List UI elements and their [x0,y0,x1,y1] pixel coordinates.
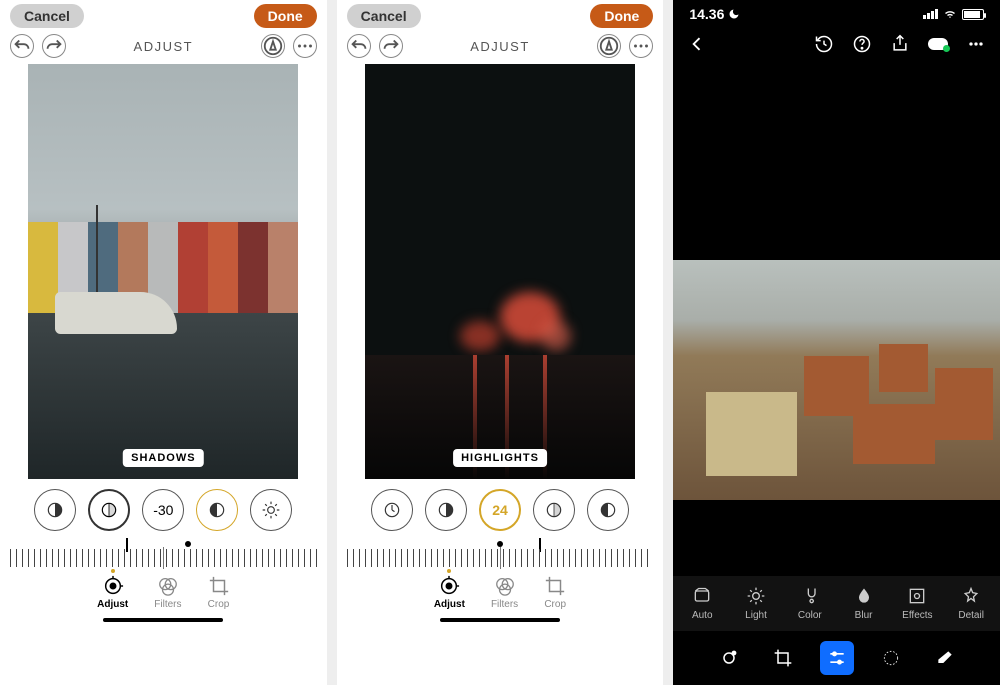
photo-preview[interactable]: SHADOWS [28,64,298,479]
top-bar: Cancel Done [0,0,327,28]
vignette-icon[interactable] [874,641,908,675]
markup-icon[interactable] [597,34,621,58]
ruler-slider[interactable] [347,541,654,567]
brightness-dial[interactable] [250,489,292,531]
shadows-dial[interactable] [88,489,130,531]
battery-icon [962,9,984,20]
status-time: 14.36 [689,6,740,22]
tab-crop[interactable]: Crop [208,575,230,610]
history-icon[interactable] [814,34,834,54]
tab-filters[interactable]: Filters [154,575,181,610]
help-icon[interactable] [852,34,872,54]
cat-label: Effects [902,610,932,621]
back-icon[interactable] [687,34,707,54]
editor-panel-highlights: Cancel Done ADJUST HIGHLIGHTS 24 [337,0,664,685]
ruler-slider[interactable] [10,541,317,567]
redo-icon[interactable] [379,34,403,58]
blackpoint-dial[interactable] [587,489,629,531]
cat-color[interactable]: Color [783,586,837,621]
markup-icon[interactable] [261,34,285,58]
adjustment-badge: SHADOWS [123,449,203,467]
cat-auto[interactable]: Auto [675,586,729,621]
tab-filters-label: Filters [491,599,518,610]
category-row: Auto Light Color Blur Effects Detail [673,576,1000,631]
share-icon[interactable] [890,34,910,54]
value-dial[interactable]: 24 [479,489,521,531]
done-button[interactable]: Done [254,4,317,28]
adjustment-badge: HIGHLIGHTS [453,449,547,467]
cat-blur[interactable]: Blur [837,586,891,621]
highlights-dial[interactable] [196,489,238,531]
cancel-button[interactable]: Cancel [347,4,421,28]
cancel-button[interactable]: Cancel [10,4,84,28]
tab-crop-label: Crop [208,599,230,610]
more-icon[interactable] [629,34,653,58]
dial-row: 24 [337,489,664,531]
top-toolbar [673,24,1000,64]
home-indicator[interactable] [103,618,223,622]
tab-adjust[interactable]: Adjust [97,575,128,610]
status-bar: 14.36 [673,0,1000,24]
ruler-origin-dot [185,541,191,547]
photo-preview[interactable] [673,260,1000,500]
tab-filters[interactable]: Filters [491,575,518,610]
cat-detail[interactable]: Detail [944,586,998,621]
screen-title: ADJUST [134,39,194,54]
more-icon[interactable] [293,34,317,58]
tab-filters-label: Filters [154,599,181,610]
exposure-dial[interactable] [34,489,76,531]
cat-label: Detail [958,610,984,621]
cat-label: Color [798,610,822,621]
cat-effects[interactable]: Effects [890,586,944,621]
home-indicator[interactable] [440,618,560,622]
screen-title: ADJUST [470,39,530,54]
done-button[interactable]: Done [590,4,653,28]
tool-row [673,631,1000,685]
tab-crop-label: Crop [544,599,566,610]
shadows-dial[interactable] [533,489,575,531]
editor-panel-shadows: Cancel Done ADJUST SHADOWS -30 [0,0,327,685]
cloud-sync-icon[interactable] [928,34,948,54]
tab-adjust[interactable]: Adjust [434,575,465,610]
wifi-icon [942,8,958,20]
cat-label: Blur [855,610,873,621]
overflow-icon[interactable] [966,34,986,54]
sliders-icon[interactable] [820,641,854,675]
edit-mode-tabs: Adjust Filters Crop [0,575,327,610]
adjust-header: ADJUST [0,28,327,60]
tab-adjust-label: Adjust [434,599,465,610]
redo-icon[interactable] [42,34,66,58]
undo-icon[interactable] [347,34,371,58]
signal-icon [923,9,938,19]
healing-icon[interactable] [712,641,746,675]
cat-label: Light [745,610,767,621]
crop-icon[interactable] [766,641,800,675]
editor-panel-dark: 14.36 Auto Light Color Blur Effects Deta… [673,0,1000,685]
tab-crop[interactable]: Crop [544,575,566,610]
cat-label: Auto [692,610,713,621]
tab-adjust-label: Adjust [97,599,128,610]
value-dial[interactable]: -30 [142,489,184,531]
dial-row: -30 [0,489,327,531]
photo-preview[interactable]: HIGHLIGHTS [365,64,635,479]
cat-light[interactable]: Light [729,586,783,621]
undo-icon[interactable] [10,34,34,58]
eraser-icon[interactable] [928,641,962,675]
contrast-dial[interactable] [425,489,467,531]
exposure-dial[interactable] [371,489,413,531]
